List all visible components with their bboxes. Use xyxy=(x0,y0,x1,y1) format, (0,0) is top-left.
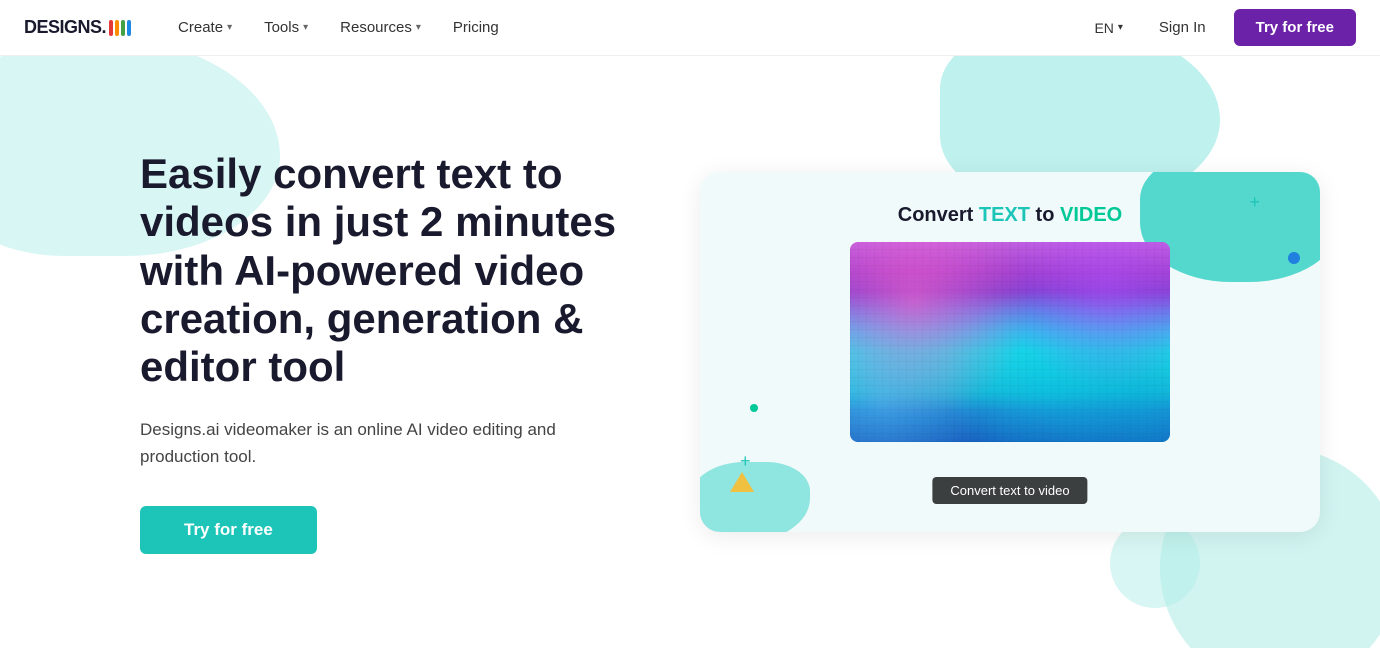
card-label: Convert text to video xyxy=(932,477,1087,504)
hero-cta-button[interactable]: Try for free xyxy=(140,506,317,554)
logo[interactable]: DESIGNS. xyxy=(24,17,132,38)
try-free-nav-button[interactable]: Try for free xyxy=(1234,9,1356,46)
triangle-decoration xyxy=(730,472,754,492)
chevron-down-icon: ▾ xyxy=(416,22,421,33)
nav-right: EN ▾ Sign In Try for free xyxy=(1086,9,1356,46)
plus-decoration-tr: + xyxy=(1249,192,1260,213)
nav-pricing[interactable]: Pricing xyxy=(439,13,513,42)
nav-resources[interactable]: Resources ▾ xyxy=(326,13,435,42)
nav-links: Create ▾ Tools ▾ Resources ▾ Pricing xyxy=(164,13,1086,42)
preview-card: + + Convert TEXT to VIDEO Convert text t… xyxy=(700,172,1320,532)
nav-create[interactable]: Create ▾ xyxy=(164,13,246,42)
card-blob-bottomleft xyxy=(700,462,810,532)
navbar: DESIGNS. Create ▾ Tools ▾ Resources ▾ Pr… xyxy=(0,0,1380,56)
logo-ai xyxy=(108,20,132,36)
chevron-down-icon: ▾ xyxy=(227,22,232,33)
language-selector[interactable]: EN ▾ xyxy=(1086,14,1130,42)
hero-section: Easily convert text to videos in just 2 … xyxy=(0,56,1380,648)
pixel-art-container xyxy=(850,242,1170,442)
dot-decoration-blue xyxy=(1288,252,1300,264)
nav-tools[interactable]: Tools ▾ xyxy=(250,13,322,42)
hero-title: Easily convert text to videos in just 2 … xyxy=(140,150,660,391)
hero-left: Easily convert text to videos in just 2 … xyxy=(140,150,660,554)
pixel-scatter xyxy=(850,242,1170,442)
chevron-down-icon: ▾ xyxy=(303,22,308,33)
chevron-down-icon: ▾ xyxy=(1118,22,1123,33)
card-title: Convert TEXT to VIDEO xyxy=(898,204,1123,227)
dot-decoration-green xyxy=(750,404,758,412)
sign-in-button[interactable]: Sign In xyxy=(1147,13,1218,42)
logo-text: DESIGNS. xyxy=(24,17,106,38)
plus-decoration-bl: + xyxy=(740,451,751,472)
hero-description: Designs.ai videomaker is an online AI vi… xyxy=(140,416,560,470)
hero-right: + + Convert TEXT to VIDEO Convert text t… xyxy=(700,172,1320,532)
pixel-grid xyxy=(850,242,1170,442)
